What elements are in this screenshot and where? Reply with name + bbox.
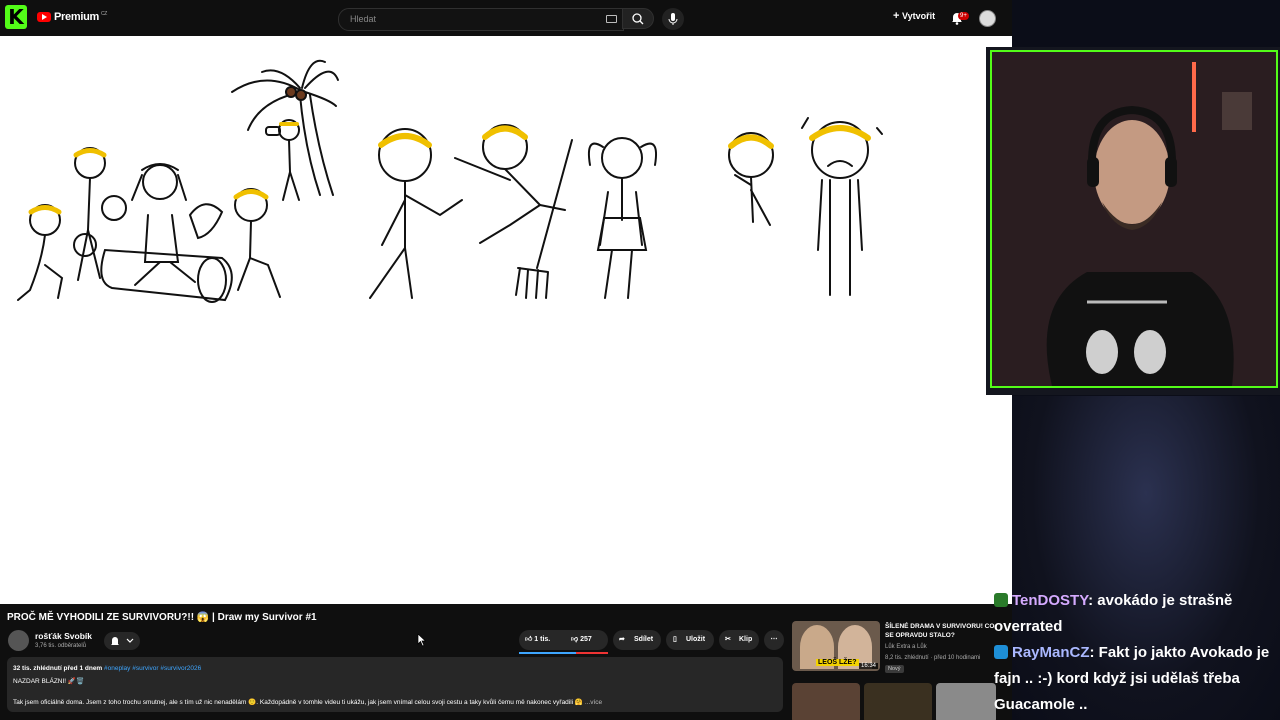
share-button[interactable]: ➦ Sdílet — [613, 630, 661, 650]
notification-badge: 9+ — [958, 12, 969, 20]
figure-reaching — [369, 128, 463, 299]
video-title: PROČ MĚ VYHODILI ZE SURVIVORU?!! 😱 | Dra… — [7, 612, 317, 623]
brand-region: CZ — [100, 11, 108, 17]
chat-message: RayManCZ: Fakt jo jakto Avokado je fajn … — [994, 640, 1280, 718]
voice-search-button[interactable] — [662, 8, 684, 30]
create-label: Vytvořit — [901, 11, 936, 21]
save-label: Uložit — [686, 636, 706, 643]
search-box[interactable] — [338, 8, 624, 31]
scissors-icon: ✂ — [725, 636, 731, 643]
recommended-thumbnail[interactable]: LEOŠ LŽE? 16:34 — [792, 621, 880, 671]
figure-digging — [454, 124, 573, 299]
create-button[interactable]: + Vytvořit — [893, 10, 935, 22]
description-line-1: NAZDAR BLÁZNI! 🚀🗑️ — [13, 678, 85, 685]
webcam-frame — [990, 50, 1278, 388]
video-frame-drawing — [17, 59, 883, 303]
brand-premium[interactable]: Premium CZ — [54, 11, 107, 23]
bell-chevron-icon — [111, 637, 134, 645]
recommended-title[interactable]: ŠÍLENÉ DRAMA V SURVIVORU! CO SE OPRAVDU … — [885, 622, 995, 640]
new-badge: Nový — [885, 665, 904, 673]
description-box[interactable]: 32 tis. zhlédnutí před 1 dnem #oneplay #… — [7, 657, 783, 712]
bookmark-icon: ▯ — [673, 636, 677, 643]
show-more-link[interactable]: ...více — [583, 699, 602, 706]
youtube-logo-icon[interactable] — [37, 12, 51, 22]
recommended-thumbnail-3[interactable] — [864, 683, 932, 720]
channel-avatar[interactable] — [8, 630, 29, 651]
account-avatar[interactable] — [979, 10, 996, 27]
youtube-window: K PremiumCZ + Vytvořit 9+ — [0, 0, 1012, 720]
palm-tree — [231, 59, 339, 196]
save-button[interactable]: ▯ Uložit — [666, 630, 714, 650]
group-on-log — [17, 147, 281, 303]
chat-overlay: TenDOSTY: avokádo je strašně overrated R… — [994, 588, 1280, 718]
chat-username[interactable]: TenDOSTY — [1012, 592, 1088, 609]
microphone-icon — [668, 13, 678, 25]
recommended-channel[interactable]: Lůk Extra a Lůk — [885, 644, 927, 650]
dislike-button[interactable]: 👎︎ 257 — [571, 630, 592, 650]
figure-shushing — [728, 132, 774, 226]
video-duration: 16:34 — [858, 663, 878, 669]
like-count: 1 tis. — [534, 636, 551, 643]
plus-icon: + — [893, 10, 900, 22]
thumb-text: LEOŠ LŽE? — [816, 659, 859, 666]
more-icon: ⋯ — [770, 636, 778, 643]
chat-message: TenDOSTY: avokádo je strašně overrated — [994, 588, 1280, 640]
description-line-2: Tak jsem oficiálně doma. Jsem z toho tro… — [13, 698, 602, 706]
like-ratio-bar — [519, 652, 608, 654]
hashtags[interactable]: #oneplay #survivor #survivor2026 — [104, 665, 201, 672]
search-icon — [632, 13, 644, 25]
keyboard-icon[interactable] — [606, 15, 617, 23]
like-dislike-group: 👍︎ 1 tis. 👎︎ 257 — [519, 630, 608, 650]
description-text: Tak jsem oficiálně doma. Jsem z toho tro… — [13, 699, 584, 706]
share-icon: ➦ — [619, 636, 625, 643]
search-input[interactable] — [348, 13, 592, 25]
search-button[interactable] — [622, 8, 654, 29]
kick-logo[interactable]: K — [5, 5, 27, 29]
figure-girl — [587, 137, 657, 299]
chat-badge-icon — [994, 645, 1008, 659]
channel-name[interactable]: rošťák Svobík — [35, 631, 92, 641]
figure-worried — [801, 117, 883, 296]
chat-badge-icon — [994, 593, 1008, 607]
recommended-views: 8,2 tis. zhlédnutí · před 10 hodinami — [885, 655, 981, 661]
views-date: 32 tis. zhlédnutí před 1 dnem — [13, 665, 103, 672]
share-label: Sdílet — [634, 636, 654, 643]
streamer-silhouette — [992, 52, 1276, 386]
more-actions-button[interactable]: ⋯ — [764, 630, 784, 650]
thumbs-down-icon: 👎︎ — [571, 636, 579, 643]
thumbs-up-icon: 👍︎ — [525, 636, 533, 643]
chat-username[interactable]: RayManCZ — [1012, 644, 1090, 661]
clip-label: Klip — [739, 636, 753, 643]
recommended-thumbnail-2[interactable] — [792, 683, 860, 720]
brand-label: Premium — [54, 11, 99, 23]
mouse-cursor-icon — [417, 633, 427, 647]
channel-subscribers: 3,76 tis. odběratelů — [35, 643, 87, 649]
like-button[interactable]: 👍︎ 1 tis. — [525, 630, 550, 650]
recommended-thumbnail-4[interactable] — [936, 683, 996, 720]
dislike-count: 257 — [580, 636, 592, 643]
video-player[interactable] — [0, 36, 1012, 604]
subscription-bell-button[interactable] — [104, 632, 140, 650]
top-bar: K PremiumCZ + Vytvořit 9+ — [0, 0, 1012, 36]
clip-button[interactable]: ✂ Klip — [719, 630, 759, 650]
figure-binoculars — [265, 119, 300, 201]
description-meta: 32 tis. zhlédnutí před 1 dnem #oneplay #… — [13, 665, 201, 672]
